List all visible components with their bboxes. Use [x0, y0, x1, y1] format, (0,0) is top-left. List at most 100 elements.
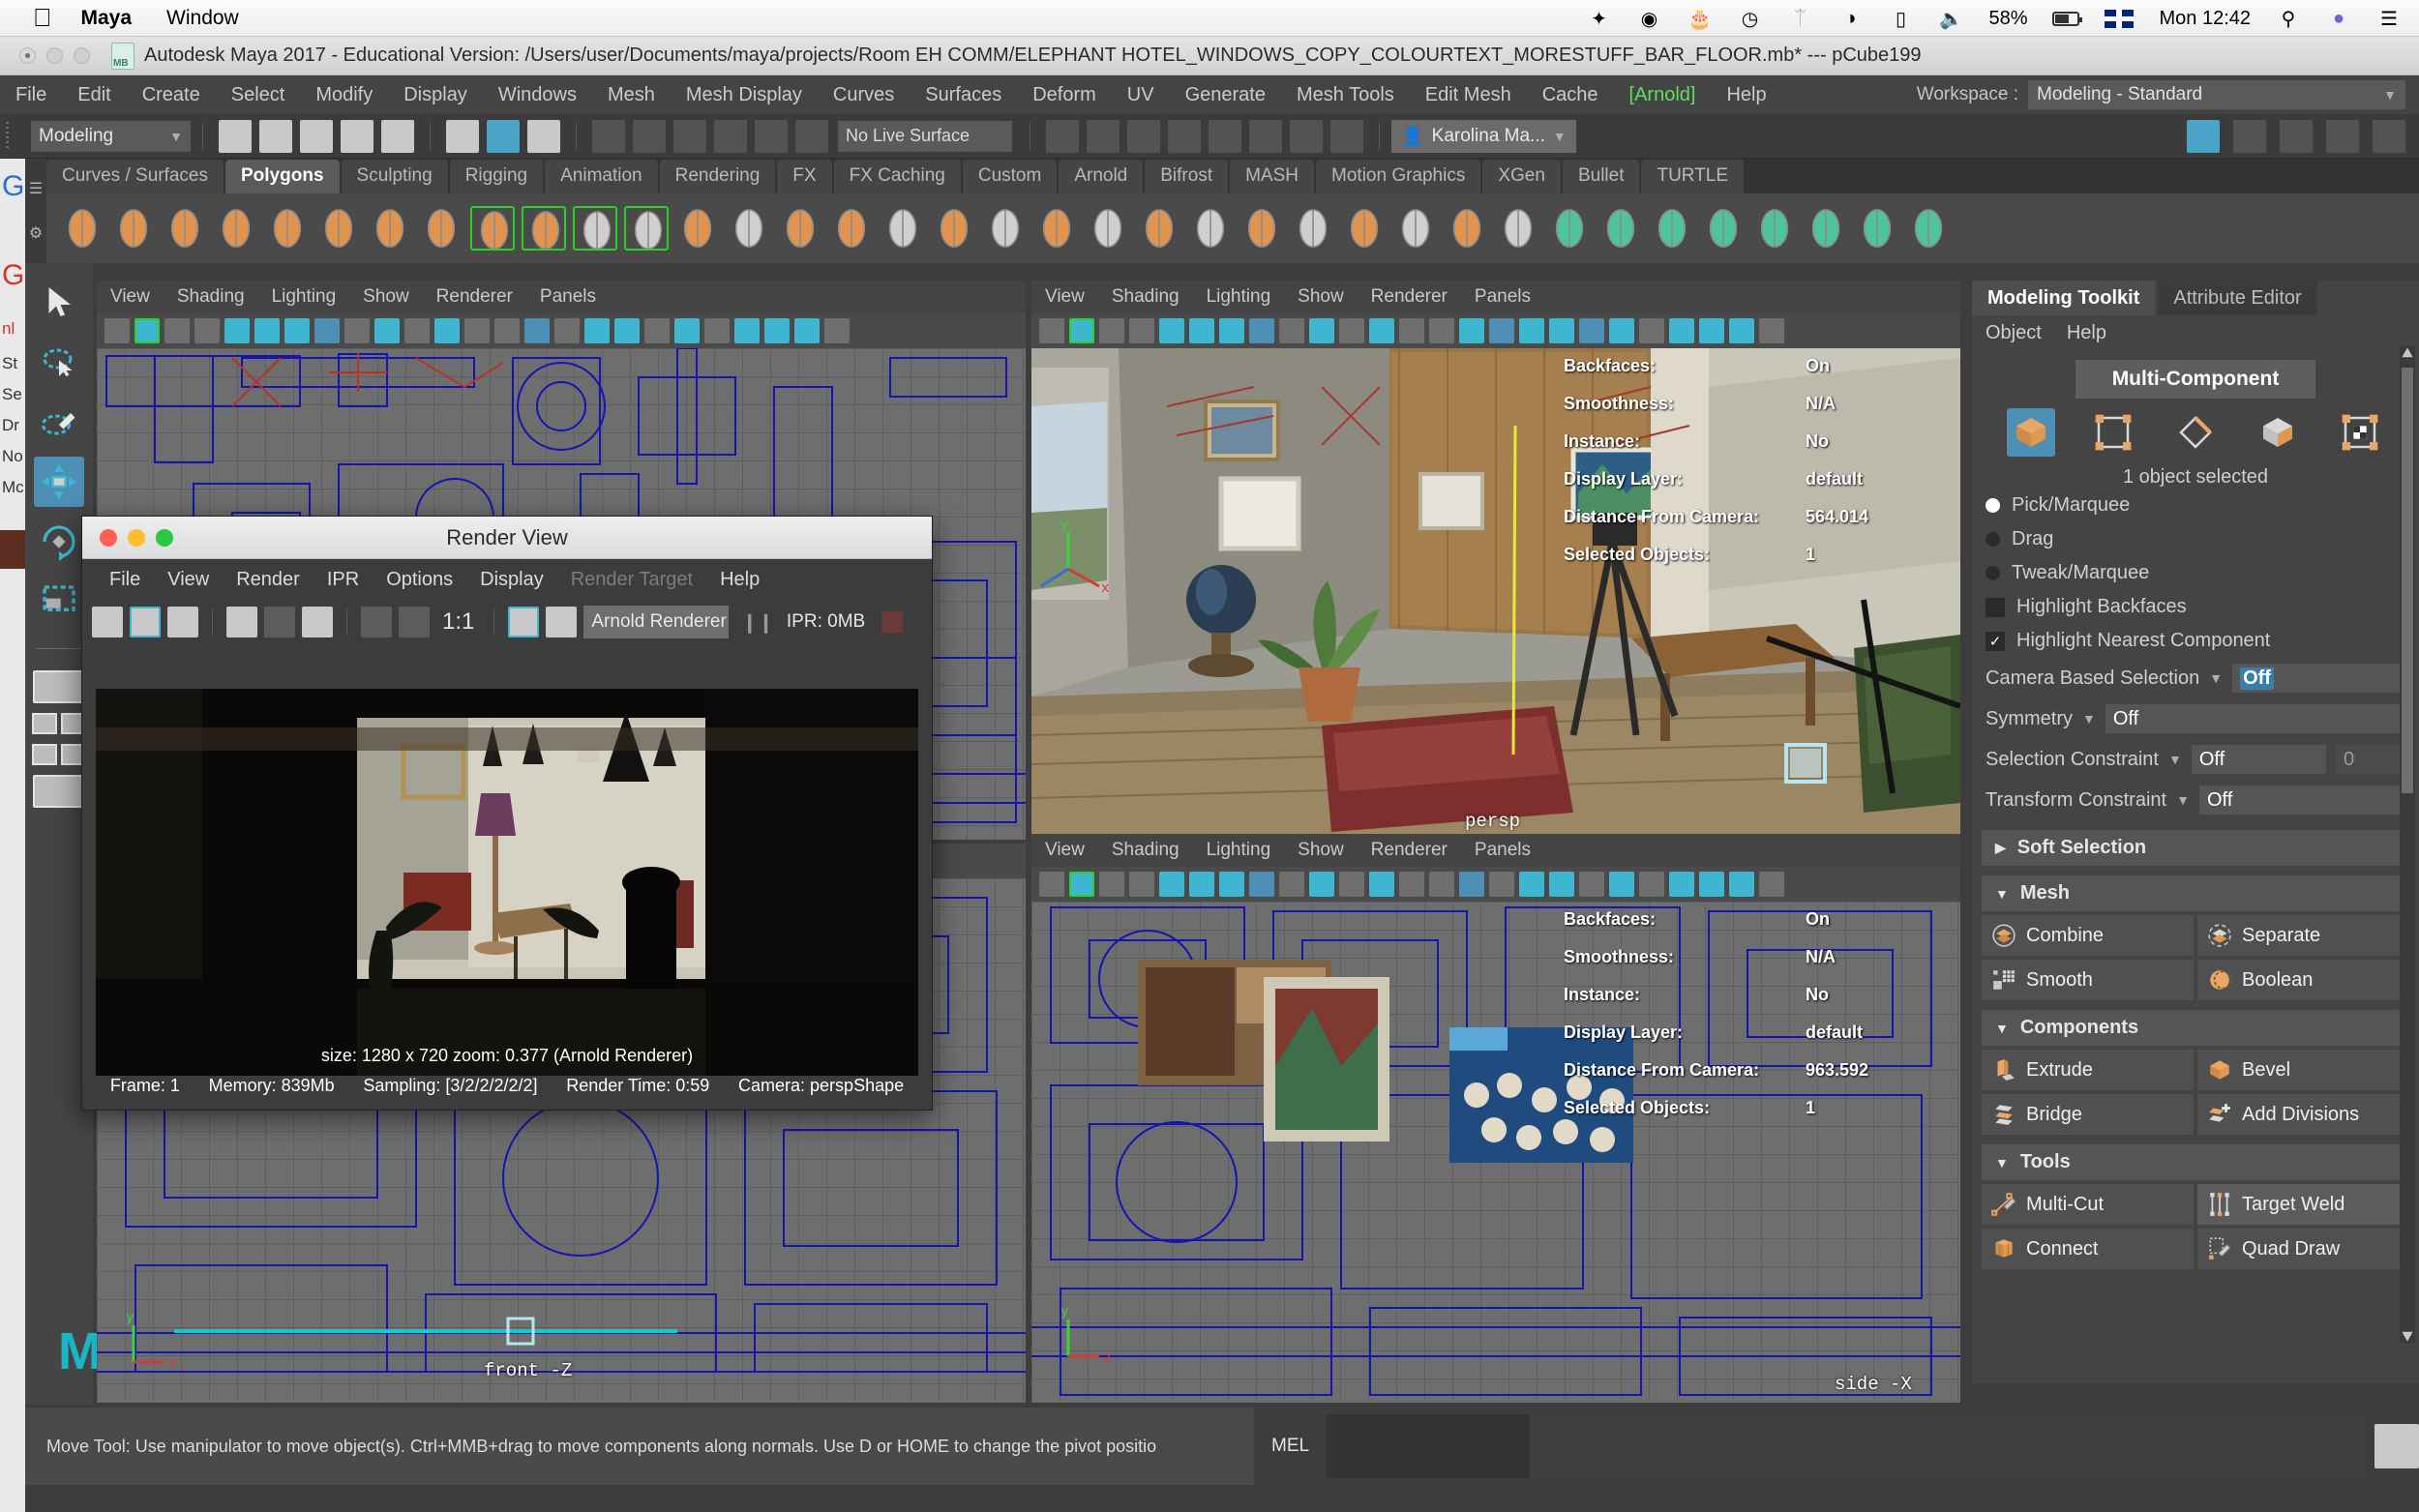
scale-tool-icon[interactable]: [34, 577, 84, 627]
scrollbar-thumb[interactable]: [2402, 368, 2413, 793]
text-hud-icon[interactable]: [1429, 318, 1454, 343]
snap-projected-center-icon[interactable]: [714, 119, 747, 153]
poly-cone-icon[interactable]: [214, 206, 258, 251]
chevron-down-icon[interactable]: ▼: [2209, 670, 2223, 686]
timemachine-icon[interactable]: ◷: [1737, 7, 1762, 31]
textured-shading-icon[interactable]: [644, 318, 670, 343]
render-view-image[interactable]: [96, 689, 918, 1076]
grid-display-icon[interactable]: [434, 318, 460, 343]
bluetooth-icon[interactable]: ᛠ: [1787, 8, 1812, 30]
target-weld-button[interactable]: Target Weld: [2197, 1184, 2409, 1225]
use-default-material-icon[interactable]: [1549, 318, 1574, 343]
select-hierarchy-icon[interactable]: [446, 119, 479, 153]
field-value[interactable]: Off: [2232, 664, 2405, 693]
multisample-aa-icon[interactable]: [1729, 318, 1754, 343]
text-hud-icon[interactable]: [494, 318, 520, 343]
exposure-icon[interactable]: [1339, 872, 1364, 897]
vp-menu-panels[interactable]: Panels: [1461, 286, 1544, 308]
film-origin-icon[interactable]: [464, 318, 490, 343]
save-scene-icon[interactable]: [300, 119, 333, 153]
camera-attributes-icon[interactable]: [1099, 318, 1124, 343]
right-dock-panel[interactable]: Modeling Toolkit Attribute Editor Object…: [1972, 281, 2419, 1383]
wireframe-shading-icon[interactable]: [1459, 872, 1484, 897]
render-setup-icon[interactable]: [1290, 119, 1323, 153]
live-surface-field[interactable]: No Live Surface: [838, 120, 1012, 152]
search-icon[interactable]: ⚲: [2276, 7, 2301, 31]
wireframe-shading-icon[interactable]: [524, 318, 550, 343]
menu-uv[interactable]: UV: [1112, 84, 1170, 106]
snap-point-icon[interactable]: [673, 119, 706, 153]
bridge-button[interactable]: Bridge: [1982, 1094, 2194, 1135]
select-camera-icon[interactable]: [1039, 872, 1064, 897]
render-view-menubar[interactable]: File View Render IPR Options Display Ren…: [82, 559, 932, 600]
use-default-material-icon[interactable]: [614, 318, 640, 343]
depth-of-field-icon[interactable]: [1759, 318, 1784, 343]
create-uvs-icon[interactable]: [1598, 206, 1643, 251]
viewport-side[interactable]: View Shading Lighting Show Renderer Pane…: [1031, 834, 1960, 1403]
menu-file[interactable]: File: [0, 84, 62, 106]
menu-help[interactable]: Help: [1711, 84, 1781, 106]
combine-button[interactable]: Combine: [1982, 915, 2194, 956]
chevron-down-icon[interactable]: ▼: [2176, 792, 2190, 808]
vp-menu-shading[interactable]: Shading: [1098, 840, 1193, 861]
add-divisions-button[interactable]: Add Divisions: [2197, 1094, 2409, 1135]
lasso-select-tool-icon[interactable]: [34, 337, 84, 387]
open-scene-icon[interactable]: [259, 119, 292, 153]
paint-select-tool-icon[interactable]: [34, 397, 84, 447]
image-plane-icon[interactable]: [1159, 872, 1184, 897]
gate-mask-icon[interactable]: [374, 318, 400, 343]
script-editor-icon[interactable]: [2374, 1424, 2419, 1468]
quad-draw-icon[interactable]: [1906, 206, 1951, 251]
render-view-icon[interactable]: [1249, 119, 1282, 153]
render-view-window-controls[interactable]: [100, 528, 173, 547]
ipr-render-icon[interactable]: [226, 607, 257, 637]
render-settings-icon[interactable]: [1168, 119, 1201, 153]
shelf-tab-sculpting[interactable]: Sculpting: [341, 160, 448, 193]
checkbox-highlight-backfaces[interactable]: Highlight Backfaces: [1972, 590, 2419, 624]
menu-mesh-display[interactable]: Mesh Display: [671, 84, 818, 106]
rv-menu-ipr[interactable]: IPR: [314, 569, 373, 591]
new-scene-icon[interactable]: [219, 119, 252, 153]
poly-sphere-b-icon[interactable]: [573, 206, 617, 251]
move-tool-icon[interactable]: [34, 457, 84, 507]
redo-previous-render-icon[interactable]: [130, 607, 161, 637]
bookmark-icon[interactable]: [194, 318, 220, 343]
shade-wireframe-icon[interactable]: [1519, 318, 1544, 343]
gate-mask-icon[interactable]: [1309, 318, 1334, 343]
four-view-layout-icon[interactable]: [33, 670, 85, 703]
poly-svg-icon[interactable]: [522, 206, 566, 251]
editor-toggles[interactable]: [2183, 119, 2409, 153]
maximize-icon[interactable]: [74, 47, 90, 64]
menu-deform[interactable]: Deform: [1017, 84, 1112, 106]
poly-helix-icon[interactable]: [419, 206, 463, 251]
layout-row-1[interactable]: [32, 713, 86, 734]
vp-menu-view[interactable]: View: [1031, 286, 1098, 308]
show-hud-icon[interactable]: [2233, 119, 2266, 153]
rgb-channel-icon[interactable]: [361, 607, 392, 637]
section-components[interactable]: ▼ Components: [1982, 1010, 2409, 1046]
menu-curves[interactable]: Curves: [818, 84, 910, 106]
toolkit-menubar[interactable]: Object Help: [1972, 315, 2419, 348]
menu-create[interactable]: Create: [127, 84, 216, 106]
booleans-icon[interactable]: [1137, 206, 1181, 251]
field-value[interactable]: Off: [2105, 704, 2405, 733]
field-number[interactable]: 0: [2336, 745, 2405, 774]
checkbox-highlight-nearest-component[interactable]: ✓ Highlight Nearest Component: [1972, 624, 2419, 658]
poly-gear-icon[interactable]: [727, 206, 771, 251]
motion-blur-icon[interactable]: [1699, 318, 1724, 343]
menu-mesh[interactable]: Mesh: [592, 84, 671, 106]
maximize-icon[interactable]: [156, 528, 173, 547]
screen-space-ao-icon[interactable]: [1669, 318, 1694, 343]
snap-grid-icon[interactable]: [592, 119, 625, 153]
viewport-panel-menu[interactable]: View Shading Lighting Show Renderer Pane…: [97, 281, 1026, 313]
poly-sphere-icon[interactable]: [111, 206, 156, 251]
render-view-toolbar[interactable]: 1:1 Arnold Renderer ❙❙ IPR: 0MB: [82, 600, 932, 644]
user-account-chip[interactable]: 👤 Karolina Ma... ▼: [1391, 119, 1576, 153]
ipr-render-icon[interactable]: [1127, 119, 1160, 153]
grease-pencil-icon[interactable]: [1219, 872, 1244, 897]
rv-menu-display[interactable]: Display: [466, 569, 557, 591]
persp-outliner-layout-icon[interactable]: [32, 713, 57, 734]
toolkit-menu-object[interactable]: Object: [1986, 322, 2042, 344]
poly-pyramid-icon[interactable]: [368, 206, 412, 251]
poly-cylinder-icon[interactable]: [163, 206, 207, 251]
